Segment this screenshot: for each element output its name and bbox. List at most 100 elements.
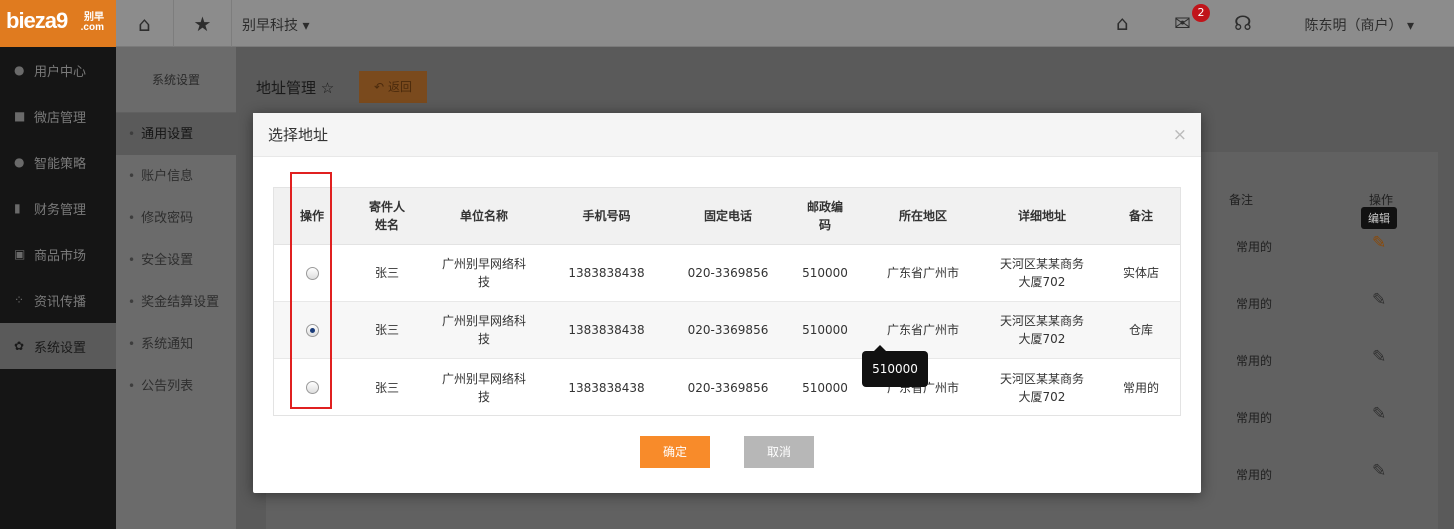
- subnav: 系统设置 通用设置 账户信息 修改密码 安全设置 奖金结算设置 系统通知 公告列…: [116, 47, 236, 529]
- subnav-item[interactable]: 通用设置: [116, 113, 236, 155]
- brand-logo[interactable]: bieza9 别早 .com: [0, 0, 116, 47]
- subnav-item[interactable]: 公告列表: [116, 365, 236, 407]
- close-icon[interactable]: ×: [1173, 113, 1187, 157]
- sidebar-item-settings[interactable]: ✿ 系统设置: [0, 323, 116, 369]
- cell-mobile: 1383838438: [568, 323, 645, 337]
- subnav-item[interactable]: 奖金结算设置: [116, 281, 236, 323]
- subnav-item[interactable]: 安全设置: [116, 239, 236, 281]
- column-header-company: 单位名称: [459, 209, 508, 223]
- table-row[interactable]: 张三 广州别早网络科 技 1383838438 020-3369856 5100…: [274, 302, 1180, 359]
- home-icon[interactable]: ⌂: [1116, 11, 1129, 35]
- cell-name: 张三: [374, 380, 399, 395]
- confirm-button[interactable]: 确定: [640, 436, 710, 468]
- logo-cn: 别早: [84, 12, 104, 23]
- cell-phone: 020-3369856: [687, 266, 769, 280]
- star-outline-icon[interactable]: ☆: [321, 79, 334, 97]
- cell-company: 广州别早网络科 技: [441, 257, 526, 289]
- grid-icon: ⁘: [14, 293, 25, 307]
- edit-tooltip: 编辑: [1361, 207, 1397, 229]
- cancel-button[interactable]: 取消: [744, 436, 814, 468]
- edit-pencil-icon[interactable]: ✎: [1372, 347, 1386, 367]
- cell-company: 广州别早网络科 技: [441, 371, 526, 404]
- cell-note: 实体店: [1122, 266, 1159, 280]
- sidebar-item-label: 智能策略: [34, 156, 87, 172]
- cell-note: 仓库: [1128, 323, 1153, 337]
- mail-count-badge: 2: [1192, 4, 1210, 22]
- edit-pencil-icon[interactable]: ✎: [1372, 233, 1386, 253]
- home-shortcut-button[interactable]: ⌂: [116, 0, 174, 47]
- cell-address: 天河区某某商务 大厦702: [999, 371, 1084, 404]
- sidebar-item-strategy[interactable]: ● 智能策略: [0, 139, 116, 185]
- cell-company: 广州别早网络科 技: [441, 314, 526, 346]
- column-header-mobile: 手机号码: [582, 209, 631, 223]
- cell-phone: 020-3369856: [687, 323, 769, 337]
- sidebar-item-label: 资讯传播: [34, 294, 87, 310]
- select-address-modal: 选择地址 × 操作 寄件人 姓名 单位名称 手机号码 固定电话 邮政编 码 所在…: [253, 113, 1201, 493]
- sidebar-item-store[interactable]: ■ 微店管理: [0, 93, 116, 139]
- company-dropdown[interactable]: 别早科技 ▾: [242, 15, 309, 35]
- cell-mobile: 1383838438: [568, 380, 645, 395]
- page-title: 地址管理 ☆: [256, 79, 335, 97]
- sidebar-item-finance[interactable]: ▮ 财务管理: [0, 185, 116, 231]
- column-header-zip: 邮政编 码: [806, 200, 843, 232]
- row-note: 常用的: [1236, 468, 1273, 482]
- table-row[interactable]: 张三 广州别早网络科 技 1383838438 020-3369856 5100…: [274, 245, 1180, 302]
- logo-text: bieza9: [6, 8, 68, 33]
- column-header-sender: 寄件人 姓名: [368, 200, 405, 232]
- column-header-note: 备注: [1128, 209, 1153, 223]
- sidebar-item-label: 系统设置: [34, 340, 87, 356]
- bulb-icon: ●: [14, 155, 25, 169]
- sidebar-item-label: 用户中心: [34, 64, 87, 80]
- column-header-address: 详细地址: [1017, 209, 1066, 223]
- home-icon: ⌂: [138, 11, 151, 36]
- column-header-phone: 固定电话: [703, 209, 752, 223]
- favorites-button[interactable]: ★: [174, 0, 232, 47]
- subnav-title: 系统设置: [116, 47, 236, 113]
- edit-pencil-icon[interactable]: ✎: [1372, 461, 1386, 481]
- cell-zip: 510000: [802, 380, 848, 395]
- zip-tooltip: 510000: [862, 345, 928, 387]
- sidebar-item-label: 商品市场: [34, 248, 87, 264]
- user-icon: ●: [14, 63, 25, 77]
- market-icon: ▣: [14, 247, 26, 261]
- cell-region: 广东省广州市: [886, 266, 959, 280]
- sidebar-item-news[interactable]: ⁘ 资讯传播: [0, 277, 116, 323]
- cell-phone: 020-3369856: [687, 380, 769, 395]
- top-bar: ⌂ ★ 别早科技 ▾ ⌂ ✉ 2 ☊ 陈东明（商户） ▾: [116, 0, 1454, 47]
- sidebar-item-market[interactable]: ▣ 商品市场: [0, 231, 116, 277]
- sidebar-item-user-center[interactable]: ● 用户中心: [0, 47, 116, 93]
- column-header-action: 操作: [1369, 193, 1394, 207]
- modal-header: 选择地址 ×: [253, 113, 1201, 157]
- subnav-item[interactable]: 系统通知: [116, 323, 236, 365]
- table-header-row: 操作 寄件人 姓名 单位名称 手机号码 固定电话 邮政编 码 所在地区 详细地址…: [274, 188, 1180, 245]
- mail-icon[interactable]: ✉: [1174, 11, 1191, 35]
- user-menu[interactable]: 陈东明（商户） ▾: [1305, 15, 1414, 35]
- gear-icon: ✿: [14, 339, 25, 353]
- column-header-region: 所在地区: [898, 209, 947, 223]
- action-column-highlight: [290, 172, 332, 409]
- row-note: 常用的: [1236, 297, 1273, 311]
- cell-address: 天河区某某商务 大厦702: [999, 314, 1084, 346]
- support-icon[interactable]: ☊: [1234, 11, 1252, 35]
- table-row[interactable]: 张三 广州别早网络科 技 1383838438 020-3369856 5100…: [274, 359, 1180, 416]
- row-note: 常用的: [1236, 411, 1273, 425]
- edit-pencil-icon[interactable]: ✎: [1372, 290, 1386, 310]
- row-note: 常用的: [1236, 240, 1273, 254]
- cell-note: 常用的: [1122, 380, 1159, 395]
- cell-name: 张三: [374, 323, 399, 337]
- address-table: 操作 寄件人 姓名 单位名称 手机号码 固定电话 邮政编 码 所在地区 详细地址…: [273, 187, 1181, 416]
- subnav-item[interactable]: 账户信息: [116, 155, 236, 197]
- money-icon: ▮: [14, 201, 21, 215]
- modal-title: 选择地址: [268, 126, 329, 144]
- subnav-item[interactable]: 修改密码: [116, 197, 236, 239]
- cell-zip: 510000: [802, 323, 848, 337]
- sidebar-item-label: 财务管理: [34, 202, 87, 218]
- star-icon: ★: [193, 11, 212, 36]
- column-header-note: 备注: [1229, 193, 1254, 207]
- cell-name: 张三: [374, 266, 399, 280]
- back-button[interactable]: ↶ 返回: [359, 71, 427, 103]
- logo-com: .com: [80, 22, 104, 33]
- cell-zip: 510000: [802, 266, 848, 280]
- edit-pencil-icon[interactable]: ✎: [1372, 404, 1386, 424]
- back-icon: ↶: [374, 80, 385, 94]
